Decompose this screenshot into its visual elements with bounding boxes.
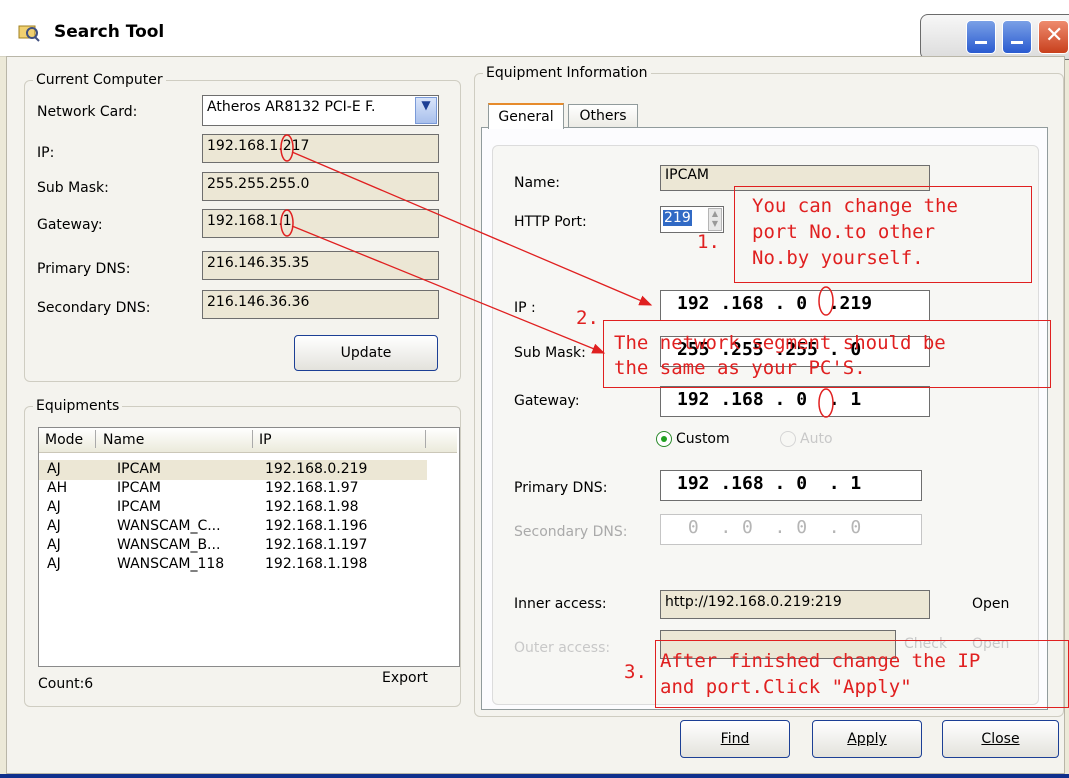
highlight-ellipse	[818, 388, 834, 418]
highlight-ellipse	[818, 286, 834, 316]
annotation-line: After finished change the IP	[660, 650, 981, 672]
annotation-note-2: The network segment should be the same a…	[614, 331, 946, 381]
arrow-to-device-ip	[291, 151, 653, 306]
annotation-line: You can change the	[752, 195, 958, 217]
annotation-line: and port.Click "Apply"	[660, 676, 912, 698]
annotation-note-1: You can change the port No.to other No.b…	[752, 193, 958, 271]
annotation-line: The network segment should be	[614, 332, 946, 354]
annotation-number-2: 2.	[576, 307, 599, 329]
annotation-line: the same as your PC'S.	[614, 357, 866, 379]
annotation-line: No.by yourself.	[752, 247, 924, 269]
highlight-ellipse	[280, 134, 294, 162]
annotation-number-1: 1.	[697, 231, 720, 253]
arrow-to-device-gateway	[291, 225, 606, 354]
annotation-note-3: After finished change the IP and port.Cl…	[660, 648, 980, 700]
annotation-number-3: 3.	[624, 661, 647, 683]
annotation-line: port No.to other	[752, 221, 936, 243]
highlight-ellipse	[280, 209, 294, 237]
